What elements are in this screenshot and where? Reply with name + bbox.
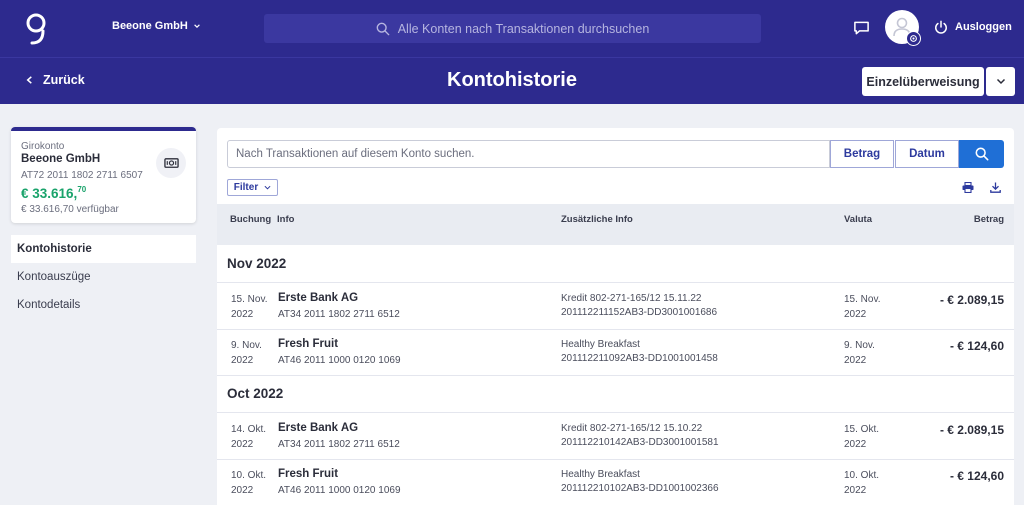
cash-icon — [163, 158, 179, 168]
table-row[interactable]: 9. Nov. 2022 Fresh Fruit AT46 2011 1000 … — [217, 330, 1014, 376]
valuta-date: 10. Okt. 2022 — [844, 470, 880, 496]
extra-info-line-1: Healthy Breakfast — [561, 469, 640, 480]
filter-button[interactable]: Filter — [227, 179, 278, 196]
balance-main: € 33.616, — [21, 186, 78, 201]
chat-icon[interactable] — [853, 20, 870, 36]
table-row[interactable]: 10. Okt. 2022 Fresh Fruit AT46 2011 1000… — [217, 460, 1014, 505]
company-switcher[interactable]: Beeone GmbH — [112, 20, 201, 32]
transaction-amount: - € 124,60 — [949, 339, 1004, 353]
booking-date: 14. Okt. 2022 — [231, 424, 267, 450]
account-balance: € 33.616,70 — [21, 185, 86, 201]
logo[interactable] — [24, 12, 48, 46]
extra-info: Healthy Breakfast 201112210102AB3-DD10010… — [561, 468, 719, 496]
settings-badge[interactable] — [906, 31, 921, 46]
sidebar-item-kontohistorie[interactable]: Kontohistorie — [11, 235, 196, 263]
transfer-options-button[interactable] — [986, 67, 1015, 96]
account-iban: AT72 2011 1802 2711 6507 — [21, 170, 143, 181]
power-icon — [935, 20, 947, 34]
extra-info-line-1: Kredit 802-271-165/12 15.11.22 — [561, 293, 702, 304]
counterparty-iban: AT34 2011 1802 2711 6512 — [278, 439, 400, 450]
logout-button[interactable]: Ausloggen — [934, 20, 1012, 34]
extra-info: Kredit 802-271-165/12 15.11.22 2011122111… — [561, 292, 717, 320]
extra-info-line-2: 201112210142AB3-DD3001001581 — [561, 437, 719, 448]
transactions-panel: Nach Transaktionen auf diesem Konto such… — [217, 128, 1014, 505]
counterparty-name: Erste Bank AG — [278, 292, 359, 304]
search-icon — [376, 22, 390, 35]
month-group-header: Nov 2022 — [217, 245, 1014, 283]
counterparty-iban: AT46 2011 1000 0120 1069 — [278, 485, 401, 496]
counterparty-name: Fresh Fruit — [278, 468, 339, 480]
balance-cents: 70 — [77, 185, 87, 194]
table-header: Buchung Info Zusätzliche Info Valuta Bet… — [217, 204, 1014, 245]
search-button[interactable] — [959, 140, 1004, 168]
extra-info-line-1: Kredit 802-271-165/12 15.10.22 — [561, 423, 703, 434]
extra-info-line-2: 201112211092AB3-DD1001001458 — [561, 353, 718, 364]
account-icon — [156, 148, 186, 178]
settings-badge-icon — [910, 35, 917, 42]
booking-date: 10. Okt. 2022 — [231, 470, 267, 496]
print-icon[interactable] — [962, 182, 974, 193]
sub-header: Zurück Kontohistorie Einzelüberweisung — [0, 57, 1024, 104]
extra-info-line-1: Healthy Breakfast — [561, 339, 640, 350]
counterparty-iban: AT34 2011 1802 2711 6512 — [278, 309, 400, 320]
extra-info-line-2: 201112210102AB3-DD1001002366 — [561, 483, 719, 494]
filter-label: Filter — [233, 182, 259, 193]
column-header-extra-info: Zusätzliche Info — [561, 214, 633, 225]
chevron-down-icon — [996, 78, 1005, 85]
column-header-amount[interactable]: Betrag — [974, 212, 1004, 227]
account-card[interactable]: Girokonto Beeone GmbH AT72 2011 1802 271… — [11, 127, 196, 223]
column-header-valuta[interactable]: Valuta — [844, 212, 872, 227]
table-row[interactable]: 15. Nov. 2022 Erste Bank AG AT34 2011 18… — [217, 284, 1014, 330]
transaction-amount: - € 2.089,15 — [939, 423, 1004, 437]
valuta-date: 9. Nov. 2022 — [844, 340, 875, 366]
transfer-button[interactable]: Einzelüberweisung — [862, 67, 984, 96]
logout-label: Ausloggen — [955, 21, 1012, 33]
date-search-button[interactable]: Datum — [895, 140, 959, 168]
table-row[interactable]: 14. Okt. 2022 Erste Bank AG AT34 2011 18… — [217, 414, 1014, 460]
account-search-input[interactable]: Nach Transaktionen auf diesem Konto such… — [227, 140, 830, 168]
search-icon — [975, 147, 988, 161]
column-header-info: Info — [277, 214, 295, 225]
chevron-down-icon — [264, 185, 271, 190]
account-available: € 33.616,70 verfügbar — [21, 204, 119, 215]
month-group-header: Oct 2022 — [217, 375, 1014, 413]
counterparty-iban: AT46 2011 1000 0120 1069 — [278, 355, 401, 366]
extra-info: Kredit 802-271-165/12 15.10.22 2011122101… — [561, 422, 719, 450]
booking-date: 15. Nov. 2022 — [231, 294, 268, 320]
sidebar-item-kontoauszuege[interactable]: Kontoauszüge — [11, 263, 196, 291]
column-header-booking[interactable]: Buchung — [230, 212, 271, 227]
sidebar-item-kontodetails[interactable]: Kontodetails — [11, 291, 196, 319]
download-icon[interactable] — [990, 182, 1001, 193]
global-search-input[interactable]: Alle Konten nach Transaktionen durchsuch… — [264, 14, 761, 43]
global-search-placeholder: Alle Konten nach Transaktionen durchsuch… — [397, 21, 650, 36]
extra-info-line-2: 201112211152AB3-DD3001001686 — [561, 307, 718, 318]
valuta-date: 15. Okt. 2022 — [844, 424, 880, 450]
account-type: Girokonto — [21, 141, 65, 152]
avatar[interactable] — [885, 10, 921, 46]
company-name: Beeone GmbH — [112, 20, 188, 32]
top-bar: Beeone GmbH Alle Konten nach Transaktion… — [0, 0, 1024, 57]
account-name: Beeone GmbH — [21, 153, 101, 165]
valuta-date: 15. Nov. 2022 — [844, 294, 881, 320]
side-nav: Kontohistorie Kontoauszüge Kontodetails — [11, 235, 196, 319]
counterparty-name: Fresh Fruit — [278, 338, 339, 350]
booking-date: 9. Nov. 2022 — [231, 340, 262, 366]
extra-info: Healthy Breakfast 201112211092AB3-DD10010… — [561, 338, 718, 366]
chevron-down-icon — [193, 24, 200, 29]
counterparty-name: Erste Bank AG — [278, 422, 359, 434]
transaction-amount: - € 124,60 — [949, 469, 1004, 483]
amount-search-button[interactable]: Betrag — [830, 140, 894, 168]
transaction-amount: - € 2.089,15 — [939, 293, 1004, 307]
